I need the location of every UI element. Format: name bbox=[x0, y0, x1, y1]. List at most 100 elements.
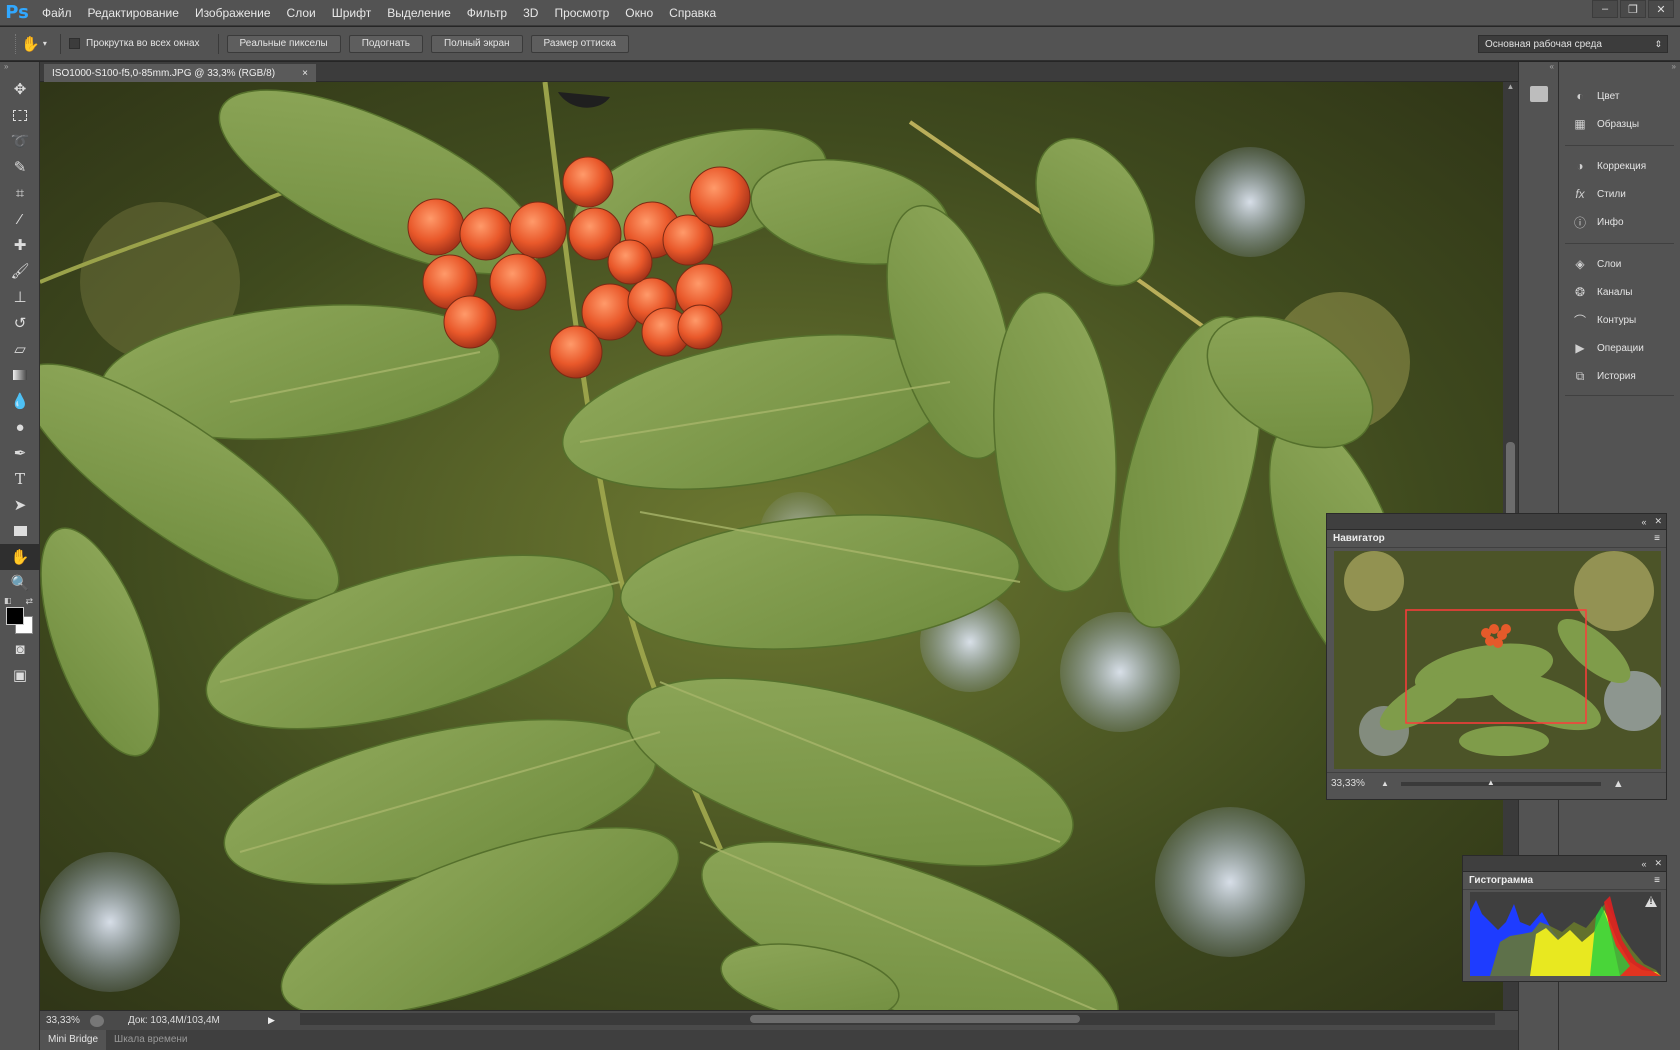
swatches-icon: ▦ bbox=[1574, 117, 1586, 131]
adjustments-icon: ◑ bbox=[1576, 159, 1584, 173]
horizontal-scroll-thumb[interactable] bbox=[750, 1015, 1080, 1023]
swap-colors-icon[interactable]: ⇄ bbox=[25, 596, 33, 607]
navigator-panel-header[interactable]: «✕ bbox=[1327, 514, 1666, 530]
dodge-tool-icon[interactable]: ● bbox=[0, 414, 40, 440]
move-tool-icon[interactable]: ✥ bbox=[0, 76, 40, 102]
panel-info[interactable]: ⓘ Инфо bbox=[1559, 208, 1680, 236]
horizontal-scrollbar[interactable] bbox=[300, 1013, 1495, 1025]
scroll-up-icon[interactable]: ▲ bbox=[1503, 82, 1518, 96]
panel-styles[interactable]: fx Стили bbox=[1559, 180, 1680, 208]
histogram-title: Гистограмма bbox=[1469, 875, 1534, 886]
scroll-all-windows-option[interactable]: Прокрутка во всех окнах bbox=[69, 38, 200, 49]
scroll-all-windows-label: Прокрутка во всех окнах bbox=[86, 38, 200, 49]
hand-tool-preset-icon[interactable]: ✋ ▾ bbox=[16, 35, 52, 53]
fill-screen-button[interactable]: Полный экран bbox=[430, 34, 523, 53]
tools-panel-header[interactable]: » bbox=[0, 62, 39, 76]
layers-icon: ◈ bbox=[1575, 257, 1585, 271]
crop-tool-icon[interactable]: ⌗ bbox=[0, 180, 40, 206]
menu-edit[interactable]: Редактирование bbox=[80, 0, 187, 26]
hand-tool-icon[interactable]: ✋ bbox=[0, 544, 40, 570]
menu-3d[interactable]: 3D bbox=[515, 0, 546, 26]
document-canvas[interactable] bbox=[40, 82, 1503, 1010]
scroll-all-windows-checkbox[interactable] bbox=[69, 38, 80, 49]
close-icon: ✕ bbox=[1654, 858, 1662, 868]
zoom-level[interactable]: 33,33% bbox=[40, 1015, 90, 1026]
zoom-in-icon[interactable]: ▲ bbox=[1613, 778, 1624, 790]
print-size-button[interactable]: Размер оттиска bbox=[530, 34, 629, 53]
status-menu-arrow-icon[interactable]: ▶ bbox=[268, 1015, 275, 1026]
panel-adjustments[interactable]: ◑ Коррекция bbox=[1559, 152, 1680, 180]
panel-menu-icon[interactable]: ≡ bbox=[1654, 875, 1660, 886]
menu-image[interactable]: Изображение bbox=[187, 0, 279, 26]
menu-view[interactable]: Просмотр bbox=[546, 0, 617, 26]
pen-tool-icon[interactable]: ✒ bbox=[0, 440, 40, 466]
panel-swatches[interactable]: ▦ Образцы bbox=[1559, 110, 1680, 138]
foreground-color-swatch[interactable] bbox=[6, 607, 24, 625]
options-grip[interactable] bbox=[4, 33, 16, 54]
color-swatches[interactable]: ◧ ⇄ bbox=[0, 596, 39, 636]
navigator-thumbnail[interactable] bbox=[1334, 551, 1661, 769]
menu-filter[interactable]: Фильтр bbox=[459, 0, 515, 26]
collapse-icon[interactable]: « bbox=[1519, 62, 1558, 76]
type-tool-icon[interactable]: T bbox=[0, 466, 40, 492]
styles-icon: fx bbox=[1575, 187, 1585, 201]
panel-channels[interactable]: ❂ Каналы bbox=[1559, 278, 1680, 306]
actual-pixels-button[interactable]: Реальные пикселы bbox=[226, 34, 341, 53]
zoom-tool-icon[interactable]: 🔍 bbox=[0, 570, 40, 596]
navigator-zoom-slider[interactable]: ▲ bbox=[1400, 778, 1601, 787]
menu-help[interactable]: Справка bbox=[661, 0, 724, 26]
close-button[interactable]: ✕ bbox=[1648, 0, 1674, 18]
expand-icon[interactable]: » bbox=[1559, 62, 1680, 76]
panel-history[interactable]: ⧉ История bbox=[1559, 362, 1680, 390]
actions-icon: ▶ bbox=[1575, 341, 1585, 355]
tab-mini-bridge[interactable]: Mini Bridge bbox=[40, 1030, 107, 1050]
quick-mask-icon[interactable]: ◙ bbox=[0, 636, 40, 662]
menu-window[interactable]: Окно bbox=[617, 0, 661, 26]
quick-select-tool-icon[interactable]: ✎ bbox=[0, 154, 40, 180]
info-menu-icon[interactable] bbox=[90, 1014, 104, 1027]
marquee-tool-icon[interactable] bbox=[0, 102, 40, 128]
gradient-tool-icon[interactable] bbox=[0, 362, 40, 388]
collapse-icon: » bbox=[4, 62, 9, 71]
histogram-panel-header[interactable]: «✕ bbox=[1463, 856, 1666, 872]
collapse-icon: « bbox=[1641, 516, 1647, 527]
tab-timeline[interactable]: Шкала времени bbox=[106, 1030, 195, 1050]
info-icon: ⓘ bbox=[1573, 215, 1586, 230]
healing-brush-tool-icon[interactable]: ✚ bbox=[0, 232, 40, 258]
document-tab-title: ISO1000-S100-f5,0-85mm.JPG @ 33,3% (RGB/… bbox=[52, 67, 276, 79]
panel-color[interactable]: ◐ Цвет bbox=[1559, 82, 1680, 110]
fit-screen-button[interactable]: Подогнать bbox=[348, 34, 423, 53]
slider-thumb-icon[interactable]: ▲ bbox=[1487, 778, 1495, 787]
zoom-out-icon[interactable]: ▲ bbox=[1381, 779, 1389, 788]
eyedropper-tool-icon[interactable]: ⁄ bbox=[0, 206, 40, 232]
panel-actions[interactable]: ▶ Операции bbox=[1559, 334, 1680, 362]
panel-paths[interactable]: ⌒ Контуры bbox=[1559, 306, 1680, 334]
menu-file[interactable]: Файл bbox=[34, 0, 80, 26]
panel-layers[interactable]: ◈ Слои bbox=[1559, 250, 1680, 278]
navigator-zoom-value[interactable]: 33,33% bbox=[1327, 778, 1377, 789]
menu-select[interactable]: Выделение bbox=[379, 0, 459, 26]
menu-type[interactable]: Шрифт bbox=[324, 0, 379, 26]
close-tab-icon[interactable]: × bbox=[302, 68, 308, 79]
properties-icon[interactable] bbox=[1529, 86, 1548, 102]
histogram-graph: ! bbox=[1470, 892, 1661, 976]
minimize-button[interactable]: – bbox=[1592, 0, 1618, 18]
maximize-button[interactable]: ❐ bbox=[1620, 0, 1646, 18]
history-icon: ⧉ bbox=[1575, 368, 1585, 383]
path-selection-tool-icon[interactable]: ➤ bbox=[0, 492, 40, 518]
history-brush-tool-icon[interactable]: ↺ bbox=[0, 310, 40, 336]
screen-mode-icon[interactable]: ▣ bbox=[0, 662, 40, 688]
workspace-select[interactable]: Основная рабочая среда ⇕ bbox=[1478, 35, 1668, 53]
eraser-tool-icon[interactable]: ▱ bbox=[0, 336, 40, 362]
blur-tool-icon[interactable]: 💧 bbox=[0, 388, 40, 414]
document-tab[interactable]: ISO1000-S100-f5,0-85mm.JPG @ 33,3% (RGB/… bbox=[44, 64, 316, 82]
brush-tool-icon[interactable]: 🖌 bbox=[0, 258, 40, 284]
panel-menu-icon[interactable]: ≡ bbox=[1654, 533, 1660, 544]
rectangle-tool-icon[interactable] bbox=[0, 518, 40, 544]
workspace-select-value: Основная рабочая среда bbox=[1485, 38, 1602, 50]
menu-layers[interactable]: Слои bbox=[279, 0, 324, 26]
clone-stamp-tool-icon[interactable]: ⊥ bbox=[0, 284, 40, 310]
lasso-tool-icon[interactable]: ➰ bbox=[0, 128, 40, 154]
default-colors-icon[interactable]: ◧ bbox=[4, 596, 12, 605]
collapse-icon: « bbox=[1641, 858, 1647, 869]
